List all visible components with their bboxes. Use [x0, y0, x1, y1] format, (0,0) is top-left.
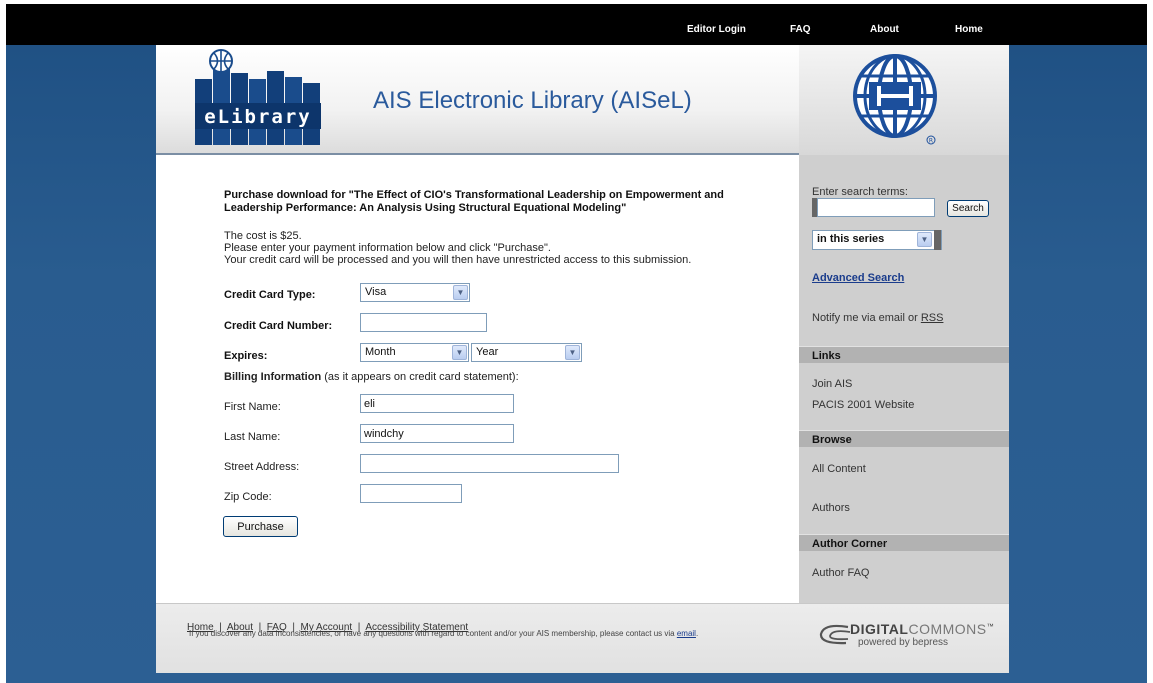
- author-faq-link[interactable]: Author FAQ: [812, 567, 869, 579]
- contact-period: .: [695, 629, 699, 638]
- digital-commons-wordmark: DIGITALCOMMONS™: [850, 621, 994, 637]
- footer-contact-text: If you discover any data inconsistencies…: [189, 629, 698, 638]
- advanced-search-link[interactable]: Advanced Search: [812, 272, 904, 284]
- search-scope-value: in this series: [817, 233, 885, 245]
- digital-commons-swoosh-icon: [819, 624, 851, 645]
- about-link[interactable]: About: [870, 24, 899, 35]
- pacis-website-link[interactable]: PACIS 2001 Website: [812, 399, 914, 411]
- editor-login-link[interactable]: Editor Login: [687, 24, 746, 35]
- dc-brand-light: COMMONS: [908, 621, 987, 637]
- street-address-label: Street Address:: [224, 461, 300, 473]
- all-content-link[interactable]: All Content: [812, 463, 866, 475]
- ais-globe-logo[interactable]: R: [849, 50, 945, 148]
- expires-year-value: Year: [476, 346, 499, 358]
- purchase-heading-line1: Purchase download for "The Effect of CIO…: [224, 189, 724, 201]
- footer-email-link[interactable]: email: [677, 629, 696, 638]
- billing-info-label: Billing Information (as it appears on cr…: [224, 371, 519, 383]
- rss-link[interactable]: RSS: [921, 312, 944, 324]
- card-type-label: Credit Card Type:: [224, 289, 316, 301]
- street-address-input[interactable]: [360, 454, 619, 473]
- search-label: Enter search terms:: [812, 186, 908, 198]
- first-name-input[interactable]: [360, 394, 514, 413]
- billing-heading: Billing Information: [224, 371, 322, 383]
- chevron-down-icon[interactable]: ▼: [917, 232, 932, 247]
- main-content: Purchase download for "The Effect of CIO…: [156, 155, 799, 603]
- author-corner-heading: Author Corner: [799, 534, 1009, 551]
- last-name-label: Last Name:: [224, 431, 281, 443]
- browse-heading: Browse: [799, 430, 1009, 447]
- digital-commons-logo[interactable]: DIGITALCOMMONS™ powered by bepress: [818, 618, 998, 652]
- site-title[interactable]: AIS Electronic Library (AISeL): [373, 87, 692, 115]
- expires-month-select[interactable]: Month ▼: [360, 343, 469, 362]
- instructions-text: Please enter your payment information be…: [224, 242, 551, 254]
- links-heading: Links: [799, 346, 1009, 363]
- select-edge: [934, 230, 941, 250]
- card-type-select[interactable]: Visa ▼: [360, 283, 470, 302]
- card-number-label: Credit Card Number:: [224, 320, 333, 332]
- page-container: eLibrary AIS Electronic Library (AISeL) …: [156, 45, 1009, 673]
- notify-text: Notify me via email or RSS: [812, 312, 943, 324]
- expires-year-select[interactable]: Year ▼: [471, 343, 582, 362]
- notify-email-text: Notify me via email or: [812, 312, 921, 324]
- home-link[interactable]: Home: [955, 24, 983, 35]
- elibrary-logo[interactable]: eLibrary: [193, 49, 325, 145]
- dc-tagline: powered by bepress: [858, 637, 949, 648]
- top-navigation-bar: Editor Login FAQ About Home: [6, 4, 1147, 45]
- search-scope-select[interactable]: in this series ▼: [812, 230, 942, 250]
- join-ais-link[interactable]: Join AIS: [812, 378, 852, 390]
- sidebar: Enter search terms: Search in this serie…: [799, 155, 1009, 603]
- faq-link[interactable]: FAQ: [790, 24, 811, 35]
- dc-brand-bold: DIGITAL: [850, 621, 909, 637]
- search-button[interactable]: Search: [947, 200, 989, 217]
- expires-month-value: Month: [365, 346, 396, 358]
- cost-text: The cost is $25.: [224, 230, 302, 242]
- purchase-heading-line2: Leadership Performance: An Analysis Usin…: [224, 202, 627, 214]
- first-name-label: First Name:: [224, 401, 281, 413]
- access-note-text: Your credit card will be processed and y…: [224, 254, 692, 266]
- contact-message: If you discover any data inconsistencies…: [189, 629, 677, 638]
- card-type-value: Visa: [365, 286, 387, 298]
- registered-mark-icon: R: [929, 138, 933, 145]
- zip-code-label: Zip Code:: [224, 491, 272, 503]
- elibrary-logo-text: eLibrary: [204, 106, 312, 128]
- site-footer: Home | About | FAQ | My Account | Access…: [156, 603, 1009, 673]
- card-number-input[interactable]: [360, 313, 487, 332]
- site-header: eLibrary AIS Electronic Library (AISeL) …: [156, 45, 1009, 155]
- purchase-button[interactable]: Purchase: [223, 516, 298, 537]
- expires-label: Expires:: [224, 350, 268, 362]
- chevron-down-icon[interactable]: ▼: [452, 345, 467, 360]
- zip-code-input[interactable]: [360, 484, 462, 503]
- search-input[interactable]: [817, 198, 935, 217]
- chevron-down-icon[interactable]: ▼: [565, 345, 580, 360]
- billing-note: (as it appears on credit card statement)…: [321, 371, 519, 383]
- dc-trademark: ™: [986, 623, 995, 631]
- authors-link[interactable]: Authors: [812, 502, 850, 514]
- page-background: Editor Login FAQ About Home eLibrary AIS…: [6, 4, 1147, 683]
- last-name-input[interactable]: [360, 424, 514, 443]
- chevron-down-icon[interactable]: ▼: [453, 285, 468, 300]
